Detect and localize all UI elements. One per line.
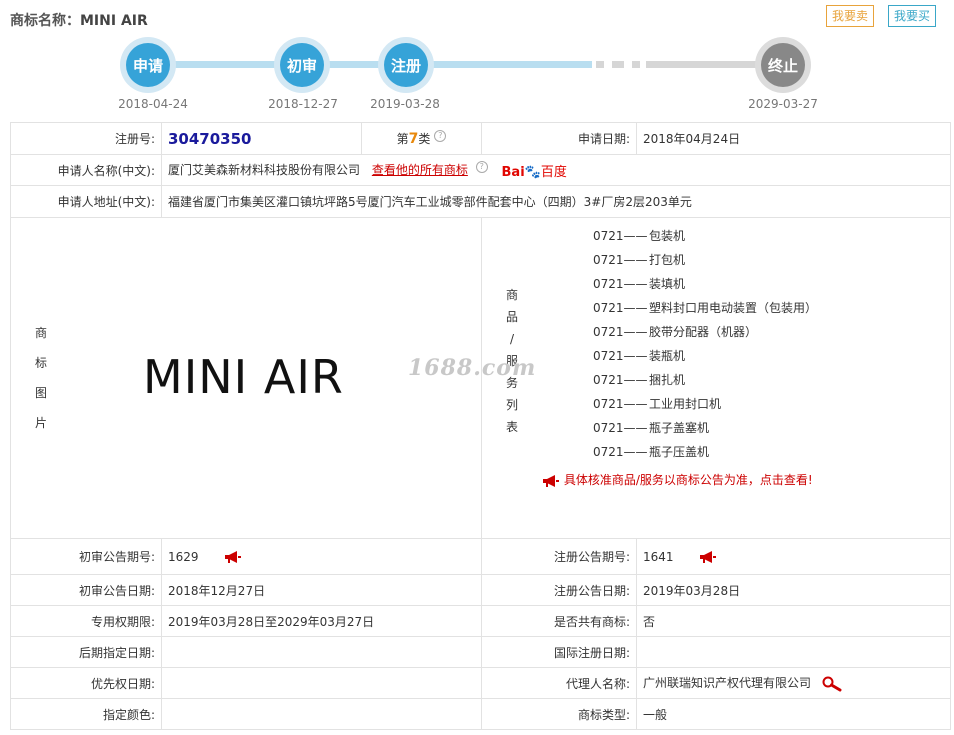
list-item: 0721——瓶子盖塞机	[593, 421, 710, 435]
list-item: 0721——工业用封口机	[593, 397, 722, 411]
shared-label: 是否共有商标:	[481, 605, 637, 637]
timeline-progress-bar	[150, 61, 592, 68]
color-value	[161, 698, 482, 730]
later-date-label: 后期指定日期:	[10, 636, 162, 668]
agent-label: 代理人名称:	[481, 667, 637, 699]
sell-button[interactable]: 我要卖	[826, 5, 875, 27]
watermark: 1688.com	[408, 355, 537, 381]
reg-issue-value: 1641	[643, 549, 674, 564]
trademark-info-table: 注册号: 30470350 第7类? 申请日期: 2018年04月24日 申请人…	[10, 122, 951, 730]
timeline-remaining-dash	[612, 61, 624, 68]
timeline-date-register: 2019-03-28	[370, 97, 440, 111]
help-icon[interactable]: ?	[475, 160, 488, 173]
exclusive-period-value: 2019年03月28日至2029年03月27日	[161, 605, 482, 637]
prelim-issue-value: 1629	[168, 549, 199, 564]
trademark-image: MINI AIR	[143, 350, 344, 404]
buy-button[interactable]: 我要买	[888, 5, 937, 27]
type-value: 一般	[636, 698, 951, 730]
help-icon[interactable]: ?	[434, 130, 447, 142]
goods-list: 0721——包装机 0721——打包机 0721——装填机 0721——塑料封口…	[593, 224, 817, 464]
timeline-date-prelim: 2018-12-27	[268, 97, 338, 111]
timeline-remaining-dash	[632, 61, 640, 68]
priority-date-value	[161, 667, 482, 699]
address-label: 申请人地址(中文):	[10, 185, 162, 218]
apply-date-value: 2018年04月24日	[636, 122, 951, 155]
list-item: 0721——胶带分配器（机器）	[593, 325, 758, 339]
list-item: 0721——瓶子压盖机	[593, 445, 710, 459]
shared-value: 否	[636, 605, 951, 637]
goods-services-cell: 商 品 / 服 务 列 表 0721——包装机 0721——打包机 0721——…	[481, 217, 951, 539]
timeline-remaining-dash	[596, 61, 604, 68]
exclusive-period-label: 专用权期限:	[10, 605, 162, 637]
reg-no-label: 注册号:	[10, 122, 162, 155]
list-item: 0721——打包机	[593, 253, 686, 267]
class-cell: 第7类?	[361, 122, 482, 155]
megaphone-icon	[543, 474, 559, 487]
timeline-date-end: 2029-03-27	[748, 97, 818, 111]
list-item: 0721——装填机	[593, 277, 686, 291]
timeline-node-prelim: 初审	[274, 37, 330, 93]
prelim-issue-label: 初审公告期号:	[10, 538, 162, 575]
list-item: 0721——包装机	[593, 229, 686, 243]
apply-date-label: 申请日期:	[481, 122, 637, 155]
reg-issue-label: 注册公告期号:	[481, 538, 637, 575]
timeline-node-apply: 申请	[120, 37, 176, 93]
type-label: 商标类型:	[481, 698, 637, 730]
image-vertical-label: 商 标 图 片	[34, 326, 47, 430]
reg-no-value: 30470350	[168, 129, 252, 148]
page-title: 商标名称：MINI AIR	[10, 10, 148, 30]
prelim-date-value: 2018年12月27日	[161, 574, 482, 606]
timeline-date-apply: 2018-04-24	[118, 97, 188, 111]
class-number: 7	[408, 131, 419, 147]
megaphone-icon[interactable]	[699, 551, 717, 563]
title-label: 商标名称：	[10, 13, 80, 29]
applicant-label: 申请人名称(中文):	[10, 154, 162, 186]
list-item: 0721——捆扎机	[593, 373, 686, 387]
search-icon[interactable]	[821, 676, 843, 692]
list-item: 0721——装瓶机	[593, 349, 686, 363]
timeline-node-end: 终止	[755, 37, 811, 93]
color-label: 指定颜色:	[10, 698, 162, 730]
baidu-paw-icon: 🐾	[524, 164, 541, 180]
goods-notice-link[interactable]: 具体核准商品/服务以商标公告为准，点击查看!	[542, 471, 813, 488]
prelim-date-label: 初审公告日期:	[10, 574, 162, 606]
priority-date-label: 优先权日期:	[10, 667, 162, 699]
applicant-value: 厦门艾美森新材料科技股份有限公司	[168, 162, 361, 177]
reg-pub-date-label: 注册公告日期:	[481, 574, 637, 606]
baidu-search-link[interactable]: Bai🐾百度	[502, 161, 567, 180]
address-value: 福建省厦门市集美区灌口镇坑坪路5号厦门汽车工业城零部件配套中心（四期）3#厂房2…	[161, 185, 951, 218]
agent-value: 广州联瑞知识产权代理有限公司	[643, 676, 812, 691]
intl-date-value	[636, 636, 951, 668]
view-all-trademarks-link[interactable]: 查看他的所有商标	[372, 163, 468, 177]
trademark-name: MINI AIR	[80, 13, 148, 29]
later-date-value	[161, 636, 482, 668]
intl-date-label: 国际注册日期:	[481, 636, 637, 668]
list-item: 0721——塑料封口用电动装置（包装用）	[593, 301, 818, 315]
megaphone-icon[interactable]	[224, 551, 242, 563]
timeline-node-register: 注册	[378, 37, 434, 93]
reg-pub-date-value: 2019年03月28日	[636, 574, 951, 606]
